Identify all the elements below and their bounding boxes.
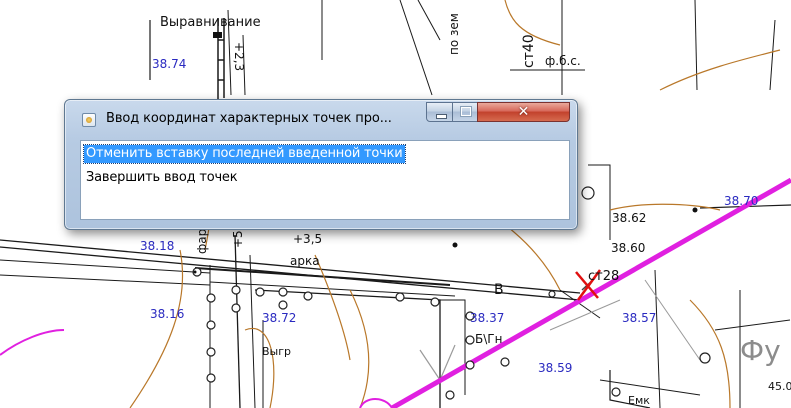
- label-elev-3860: 38.60: [611, 241, 645, 255]
- maximize-button[interactable]: [452, 102, 478, 122]
- option-finish-input[interactable]: Завершить ввод точек: [84, 169, 239, 187]
- label-elev-3837: 38.37: [470, 311, 504, 325]
- label-bygr: Выгр: [262, 345, 291, 358]
- label-fu: Фу: [740, 334, 781, 367]
- label-elev-3859: 38.59: [538, 361, 572, 375]
- dialog-title: Ввод координат характерных точек про...: [106, 111, 392, 126]
- label-elev-3872: 38.72: [262, 311, 296, 325]
- label-st40: ст40: [521, 34, 537, 68]
- minimize-icon: [436, 114, 447, 119]
- options-list: Отменить вставку последней введенной точ…: [80, 140, 570, 220]
- label-elev-3870: 38.70: [724, 194, 758, 208]
- caption-buttons: ✕: [426, 102, 572, 124]
- label-elev-3818: 38.18: [140, 239, 174, 253]
- label-elev-3816: 38.16: [150, 307, 184, 321]
- label-elev-3857: 38.57: [622, 311, 656, 325]
- label-st28: ст28: [588, 269, 619, 284]
- maximize-icon: [460, 106, 472, 117]
- label-alignment: Выравнивание: [160, 15, 261, 30]
- input-points-dialog[interactable]: Ввод координат характерных точек про... …: [64, 99, 578, 230]
- dialog-titlebar[interactable]: Ввод координат характерных точек про... …: [65, 100, 577, 133]
- label-plus23: +2,3: [232, 42, 246, 71]
- option-undo-last-point[interactable]: Отменить вставку последней введенной точ…: [83, 144, 406, 164]
- close-icon: ✕: [517, 104, 530, 120]
- label-b-letter: Б\Гн: [475, 332, 502, 346]
- label-plus35: +3,5: [293, 232, 322, 246]
- label-fbs: ф.б.с.: [545, 54, 581, 68]
- app-icon[interactable]: [82, 113, 96, 127]
- label-po-zem: по зем: [447, 13, 461, 55]
- label-emk: Емк: [628, 394, 650, 407]
- label-elev-3862: 38.62: [612, 211, 646, 225]
- label-letter-v: В: [494, 282, 504, 298]
- label-arka: арка: [290, 254, 320, 268]
- label-val-450: 45.0: [768, 380, 791, 393]
- label-elev-3874: 38.74: [152, 57, 186, 71]
- minimize-button[interactable]: [426, 102, 453, 122]
- close-button[interactable]: ✕: [477, 102, 570, 122]
